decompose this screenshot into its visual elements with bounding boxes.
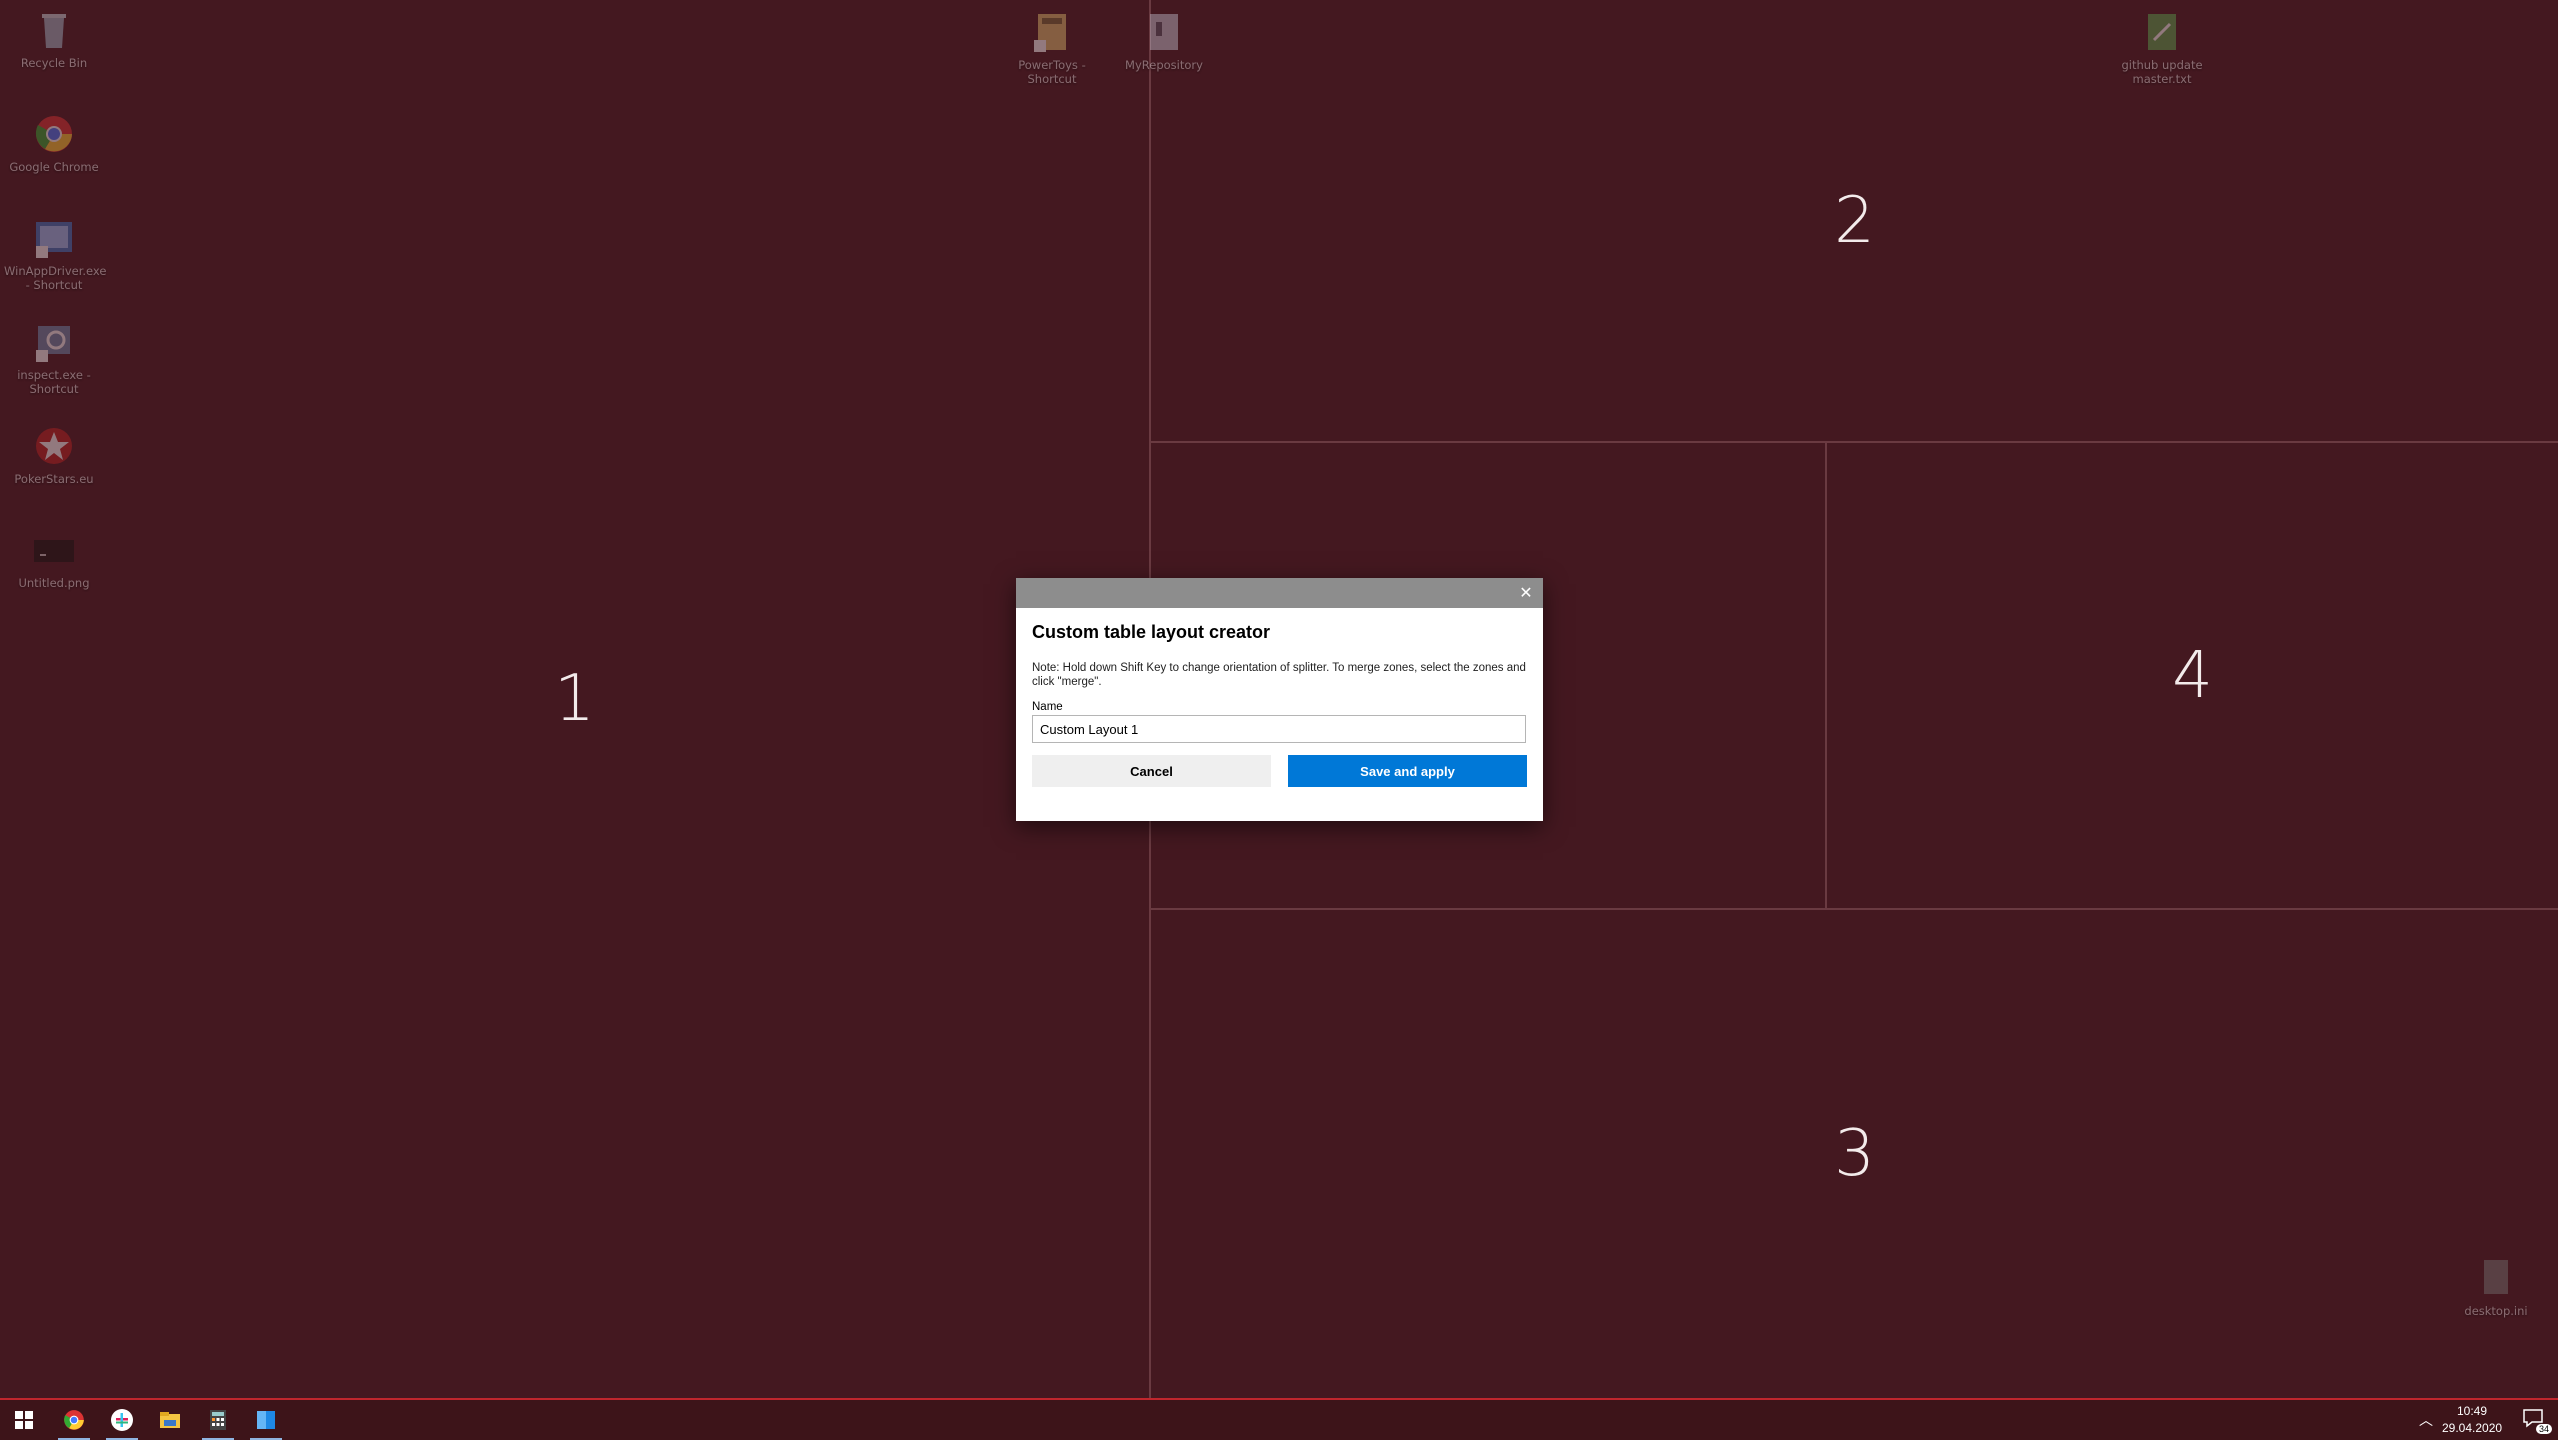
desktop-icon-myrepository[interactable]: MyRepository [1114, 10, 1214, 72]
fancyzones-editor-icon [257, 1411, 275, 1429]
desktop-icon-recycle-bin[interactable]: Recycle Bin [4, 8, 104, 70]
taskbar-app-slack[interactable] [98, 1400, 146, 1440]
slack-icon [111, 1409, 133, 1431]
desktop-icon-desktop-ini[interactable]: desktop.ini [2446, 1256, 2546, 1318]
desktop-icon-label: Google Chrome [9, 160, 99, 174]
desktop-icon-pokerstars[interactable]: PokerStars.eu [4, 424, 104, 486]
app-shortcut-icon [32, 216, 76, 260]
desktop-icon-label: PowerToys - Shortcut [1018, 58, 1086, 86]
chrome-icon [32, 112, 76, 156]
desktop-icon-label: github update master.txt [2121, 58, 2203, 86]
start-button[interactable] [0, 1400, 48, 1440]
taskbar-app-fancyzones-editor[interactable] [242, 1400, 290, 1440]
image-file-icon [32, 528, 76, 572]
desktop-icon-label: MyRepository [1125, 58, 1203, 72]
layout-name-input[interactable] [1032, 715, 1526, 743]
save-and-apply-button[interactable]: Save and apply [1288, 755, 1527, 787]
start-icon [15, 1411, 33, 1429]
recycle-bin-icon [32, 8, 76, 52]
zone-1[interactable]: 1 [0, 0, 1151, 1398]
desktop-icon-label: inspect.exe - Shortcut [17, 368, 91, 396]
desktop-icon-untitled-png[interactable]: Untitled.png [4, 528, 104, 590]
file-explorer-icon [160, 1412, 180, 1428]
zone-number: 3 [1834, 1117, 1875, 1191]
desktop-icon-label: Untitled.png [18, 576, 90, 590]
tray-time: 10:49 [2456, 1404, 2488, 1418]
zone-3[interactable]: 3 [1151, 910, 2558, 1398]
taskbar-app-chrome[interactable] [50, 1400, 98, 1440]
folder-shortcut-icon [1030, 10, 1074, 54]
inspect-icon [32, 320, 76, 364]
dialog-note: Note: Hold down Shift Key to change orie… [1032, 662, 1526, 688]
zone-number: 2 [1834, 183, 1875, 258]
text-file-icon [2140, 10, 2184, 54]
desktop-icon-github-update[interactable]: github update master.txt [2112, 10, 2212, 86]
calculator-icon [210, 1410, 226, 1430]
desktop-icon-label: Recycle Bin [20, 56, 88, 70]
desktop-icon-label: WinAppDriver.exe - Shortcut [4, 264, 107, 292]
notification-center-button[interactable]: 34 [2522, 1408, 2552, 1434]
taskbar-app-calculator[interactable] [194, 1400, 242, 1440]
notification-count-badge: 34 [2535, 1424, 2552, 1434]
ini-file-icon [2474, 1256, 2518, 1300]
desktop-icon-label: desktop.ini [2464, 1304, 2528, 1318]
repository-icon [1142, 10, 1186, 54]
taskbar-app-file-explorer[interactable] [146, 1400, 194, 1440]
dialog-titlebar[interactable]: ✕ [1016, 578, 1543, 608]
tray-clock[interactable]: 10:49 29.04.2020 [2442, 1403, 2502, 1437]
chrome-icon [64, 1410, 84, 1430]
cancel-button[interactable]: Cancel [1032, 755, 1271, 787]
desktop-icon-winappdriver[interactable]: WinAppDriver.exe - Shortcut [4, 216, 107, 292]
zone-2[interactable]: 2 [1151, 0, 2558, 443]
desktop-icon-label: PokerStars.eu [14, 472, 94, 486]
layout-creator-dialog: ✕ Custom table layout creator Note: Hold… [1016, 578, 1543, 821]
dialog-body: Custom table layout creator Note: Hold d… [1016, 608, 1543, 787]
dialog-title: Custom table layout creator [1032, 622, 1271, 642]
dialog-button-row: Cancel Save and apply [1032, 755, 1527, 787]
close-icon[interactable]: ✕ [1515, 582, 1537, 604]
desktop-icon-chrome[interactable]: Google Chrome [4, 112, 104, 174]
show-hidden-icons-chevron-up-icon[interactable]: ︿ [2416, 1410, 2436, 1430]
zone-number: 1 [554, 662, 595, 736]
pokerstars-icon [32, 424, 76, 468]
name-label: Name [1032, 701, 1063, 713]
desktop-icon-powertoys[interactable]: PowerToys - Shortcut [1002, 10, 1102, 86]
zone-4[interactable]: 4 [1827, 443, 2558, 910]
tray-date: 29.04.2020 [2442, 1421, 2503, 1435]
zone-number: 4 [2172, 638, 2213, 713]
desktop-icon-inspect[interactable]: inspect.exe - Shortcut [4, 320, 104, 396]
taskbar: ︿ 10:49 29.04.2020 34 [0, 1398, 2558, 1440]
